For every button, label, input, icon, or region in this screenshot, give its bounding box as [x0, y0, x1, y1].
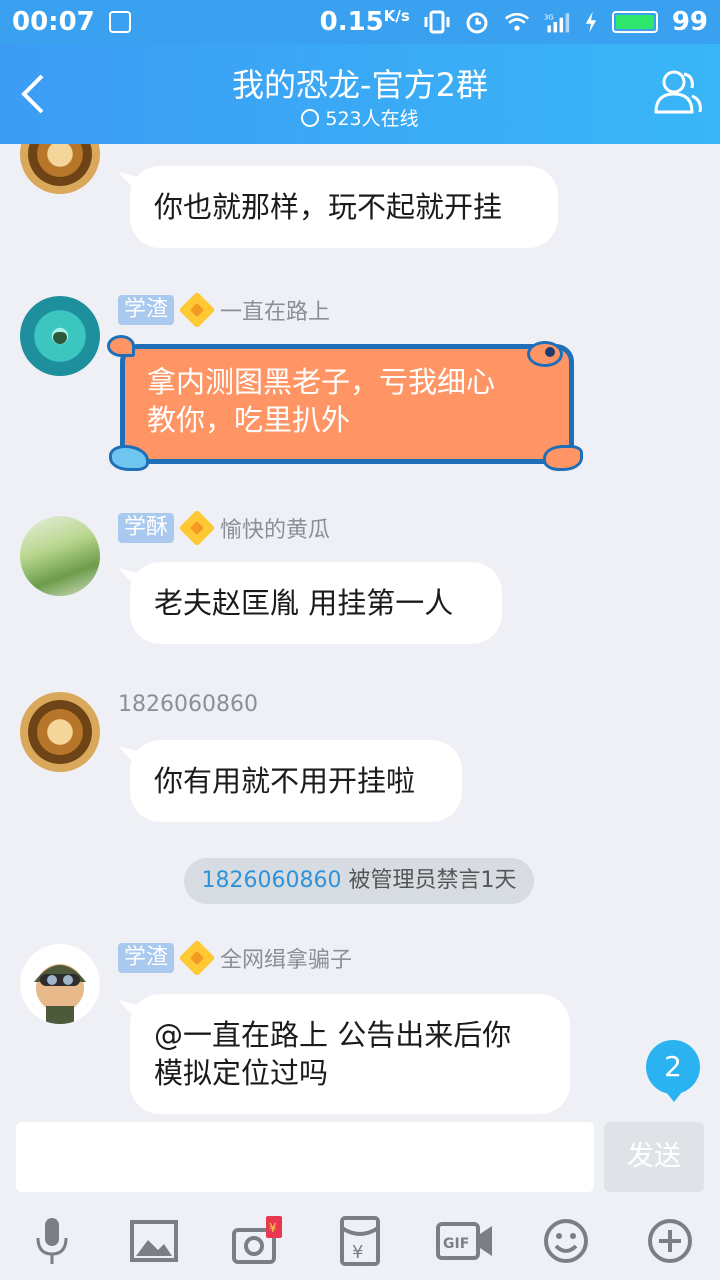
svg-text:GIF: GIF [443, 1236, 469, 1252]
microphone-icon[interactable] [26, 1216, 78, 1266]
soldier-avatar-icon [34, 964, 86, 1024]
alarm-icon [466, 12, 488, 34]
avatar[interactable] [20, 144, 100, 194]
sender-meta: 学渣 一直在路上 [118, 291, 330, 329]
sender-meta: 1826060860 [118, 692, 258, 717]
message-bubble[interactable]: 你有用就不用开挂啦 [130, 740, 462, 822]
message-bubble-fish[interactable]: 拿内测图黑老子，亏我细心 教你，吃里扒外 [107, 335, 583, 471]
online-count[interactable]: 523人在线 [0, 104, 720, 131]
svg-text:¥: ¥ [269, 1221, 277, 1235]
sender-name[interactable]: 全网缉拿骗子 [220, 942, 352, 974]
avatar[interactable] [20, 944, 100, 1024]
battery-level: 99 [671, 7, 708, 37]
message-text: 拿内测图黑老子，亏我细心 [147, 365, 496, 399]
message-text: @一直在路上 公告出来后你 [154, 1018, 512, 1052]
svg-text:¥: ¥ [352, 1242, 363, 1263]
cell-signal-icon: 3G [544, 13, 569, 33]
camera-icon[interactable]: ¥ [232, 1216, 284, 1266]
qq-notification-icon [108, 11, 131, 33]
chat-header: 我的恐龙-官方2群 523人在线 [0, 44, 720, 144]
emoji-icon[interactable] [540, 1216, 592, 1266]
message-list[interactable]: 你也就那样，玩不起就开挂 学渣 一直在路上 拿内测图黑老子，亏我细心 教你，吃里… [0, 144, 720, 1120]
system-notice: 1826060860 被管理员禁言1天 [184, 858, 534, 904]
message-bubble[interactable]: @一直在路上 公告出来后你 模拟定位过吗 [130, 994, 570, 1114]
splash-icon [109, 445, 149, 471]
splash-icon [543, 445, 583, 471]
message-bubble[interactable]: 你也就那样，玩不起就开挂 [130, 166, 558, 248]
vibrate-icon [424, 10, 450, 34]
svg-text:3G: 3G [544, 13, 554, 21]
charging-icon [585, 11, 597, 33]
diamond-badge-icon [178, 509, 216, 547]
sender-meta: 学渣 全网缉拿骗子 [118, 939, 352, 977]
diamond-badge-icon [178, 939, 216, 977]
message-bubble[interactable]: 老夫赵匡胤 用挂第一人 [130, 562, 502, 644]
sender-name[interactable]: 一直在路上 [220, 294, 330, 326]
network-speed: 0.15K/s [319, 7, 410, 37]
diamond-badge-icon [178, 291, 216, 329]
send-button[interactable]: 发送 [604, 1122, 704, 1192]
sender-name[interactable]: 愉快的黄瓜 [220, 512, 330, 544]
muted-user-link[interactable]: 1826060860 [202, 868, 342, 893]
rank-tag: 学酥 [118, 513, 175, 543]
image-icon[interactable] [128, 1216, 180, 1266]
avatar[interactable] [20, 692, 100, 772]
avatar[interactable] [20, 516, 100, 596]
status-time: 00:07 [12, 7, 95, 37]
avatar[interactable] [20, 296, 100, 376]
sender-meta: 学酥 愉快的黄瓜 [118, 509, 330, 547]
plus-icon[interactable] [644, 1216, 696, 1266]
rank-tag: 学渣 [118, 943, 175, 973]
fish-eye-icon [545, 347, 555, 357]
fish-tail-icon [107, 335, 135, 357]
unread-badge[interactable]: 2 [646, 1040, 700, 1102]
battery-icon [611, 11, 658, 33]
status-right: 0.15K/s 3G 99 [320, 7, 708, 37]
chevron-down-icon [301, 108, 320, 127]
group-members-icon[interactable] [652, 68, 704, 116]
group-title: 我的恐龙-官方2群 [232, 66, 488, 104]
wifi-icon [504, 12, 529, 31]
red-packet-icon[interactable]: ¥ [334, 1216, 386, 1266]
input-toolbar: ¥ ¥ GIF [0, 1200, 720, 1280]
input-row: 发送 [0, 1120, 720, 1200]
rank-tag: 学渣 [118, 295, 175, 325]
message-input[interactable] [16, 1122, 594, 1192]
sender-name[interactable]: 1826060860 [118, 692, 258, 717]
gif-icon[interactable]: GIF [436, 1216, 492, 1266]
status-bar: 00:07 0.15K/s 3G 99 [0, 0, 720, 44]
message-text: 模拟定位过吗 [154, 1056, 329, 1090]
message-text: 教你，吃里扒外 [147, 403, 351, 437]
